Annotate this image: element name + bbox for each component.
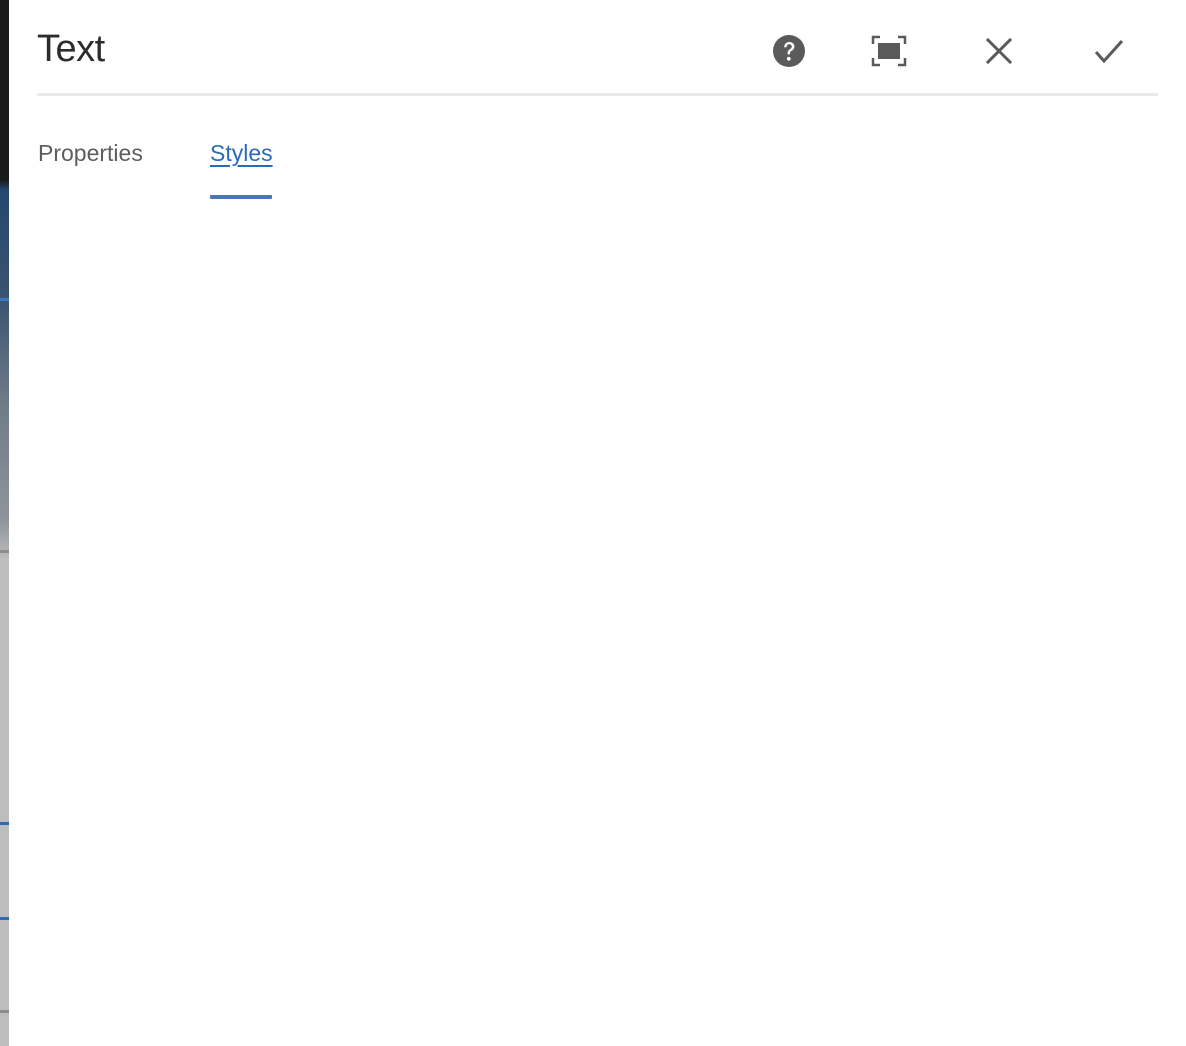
background-blue-line <box>0 822 9 825</box>
background-blue-line <box>0 917 9 920</box>
edit-dialog: Text Properties Styles <box>9 0 1186 1046</box>
fullscreen-button[interactable] <box>866 30 912 76</box>
help-icon <box>772 34 806 73</box>
done-button[interactable] <box>1086 30 1132 76</box>
checkmark-icon <box>1093 37 1125 70</box>
tab-properties[interactable]: Properties <box>38 140 143 167</box>
tab-content-panel <box>37 220 1158 1020</box>
cancel-button[interactable] <box>976 30 1022 76</box>
help-button[interactable] <box>766 30 812 76</box>
fullscreen-icon <box>871 35 907 72</box>
background-blue-line <box>0 298 9 301</box>
dialog-header: Text <box>37 0 1158 96</box>
close-icon <box>985 37 1013 70</box>
background-divider <box>0 550 9 553</box>
active-tab-indicator <box>210 195 272 199</box>
tab-styles[interactable]: Styles <box>210 140 273 167</box>
background-page-edge <box>0 0 9 1046</box>
background-divider <box>0 1010 9 1013</box>
dialog-title: Text <box>37 28 105 70</box>
